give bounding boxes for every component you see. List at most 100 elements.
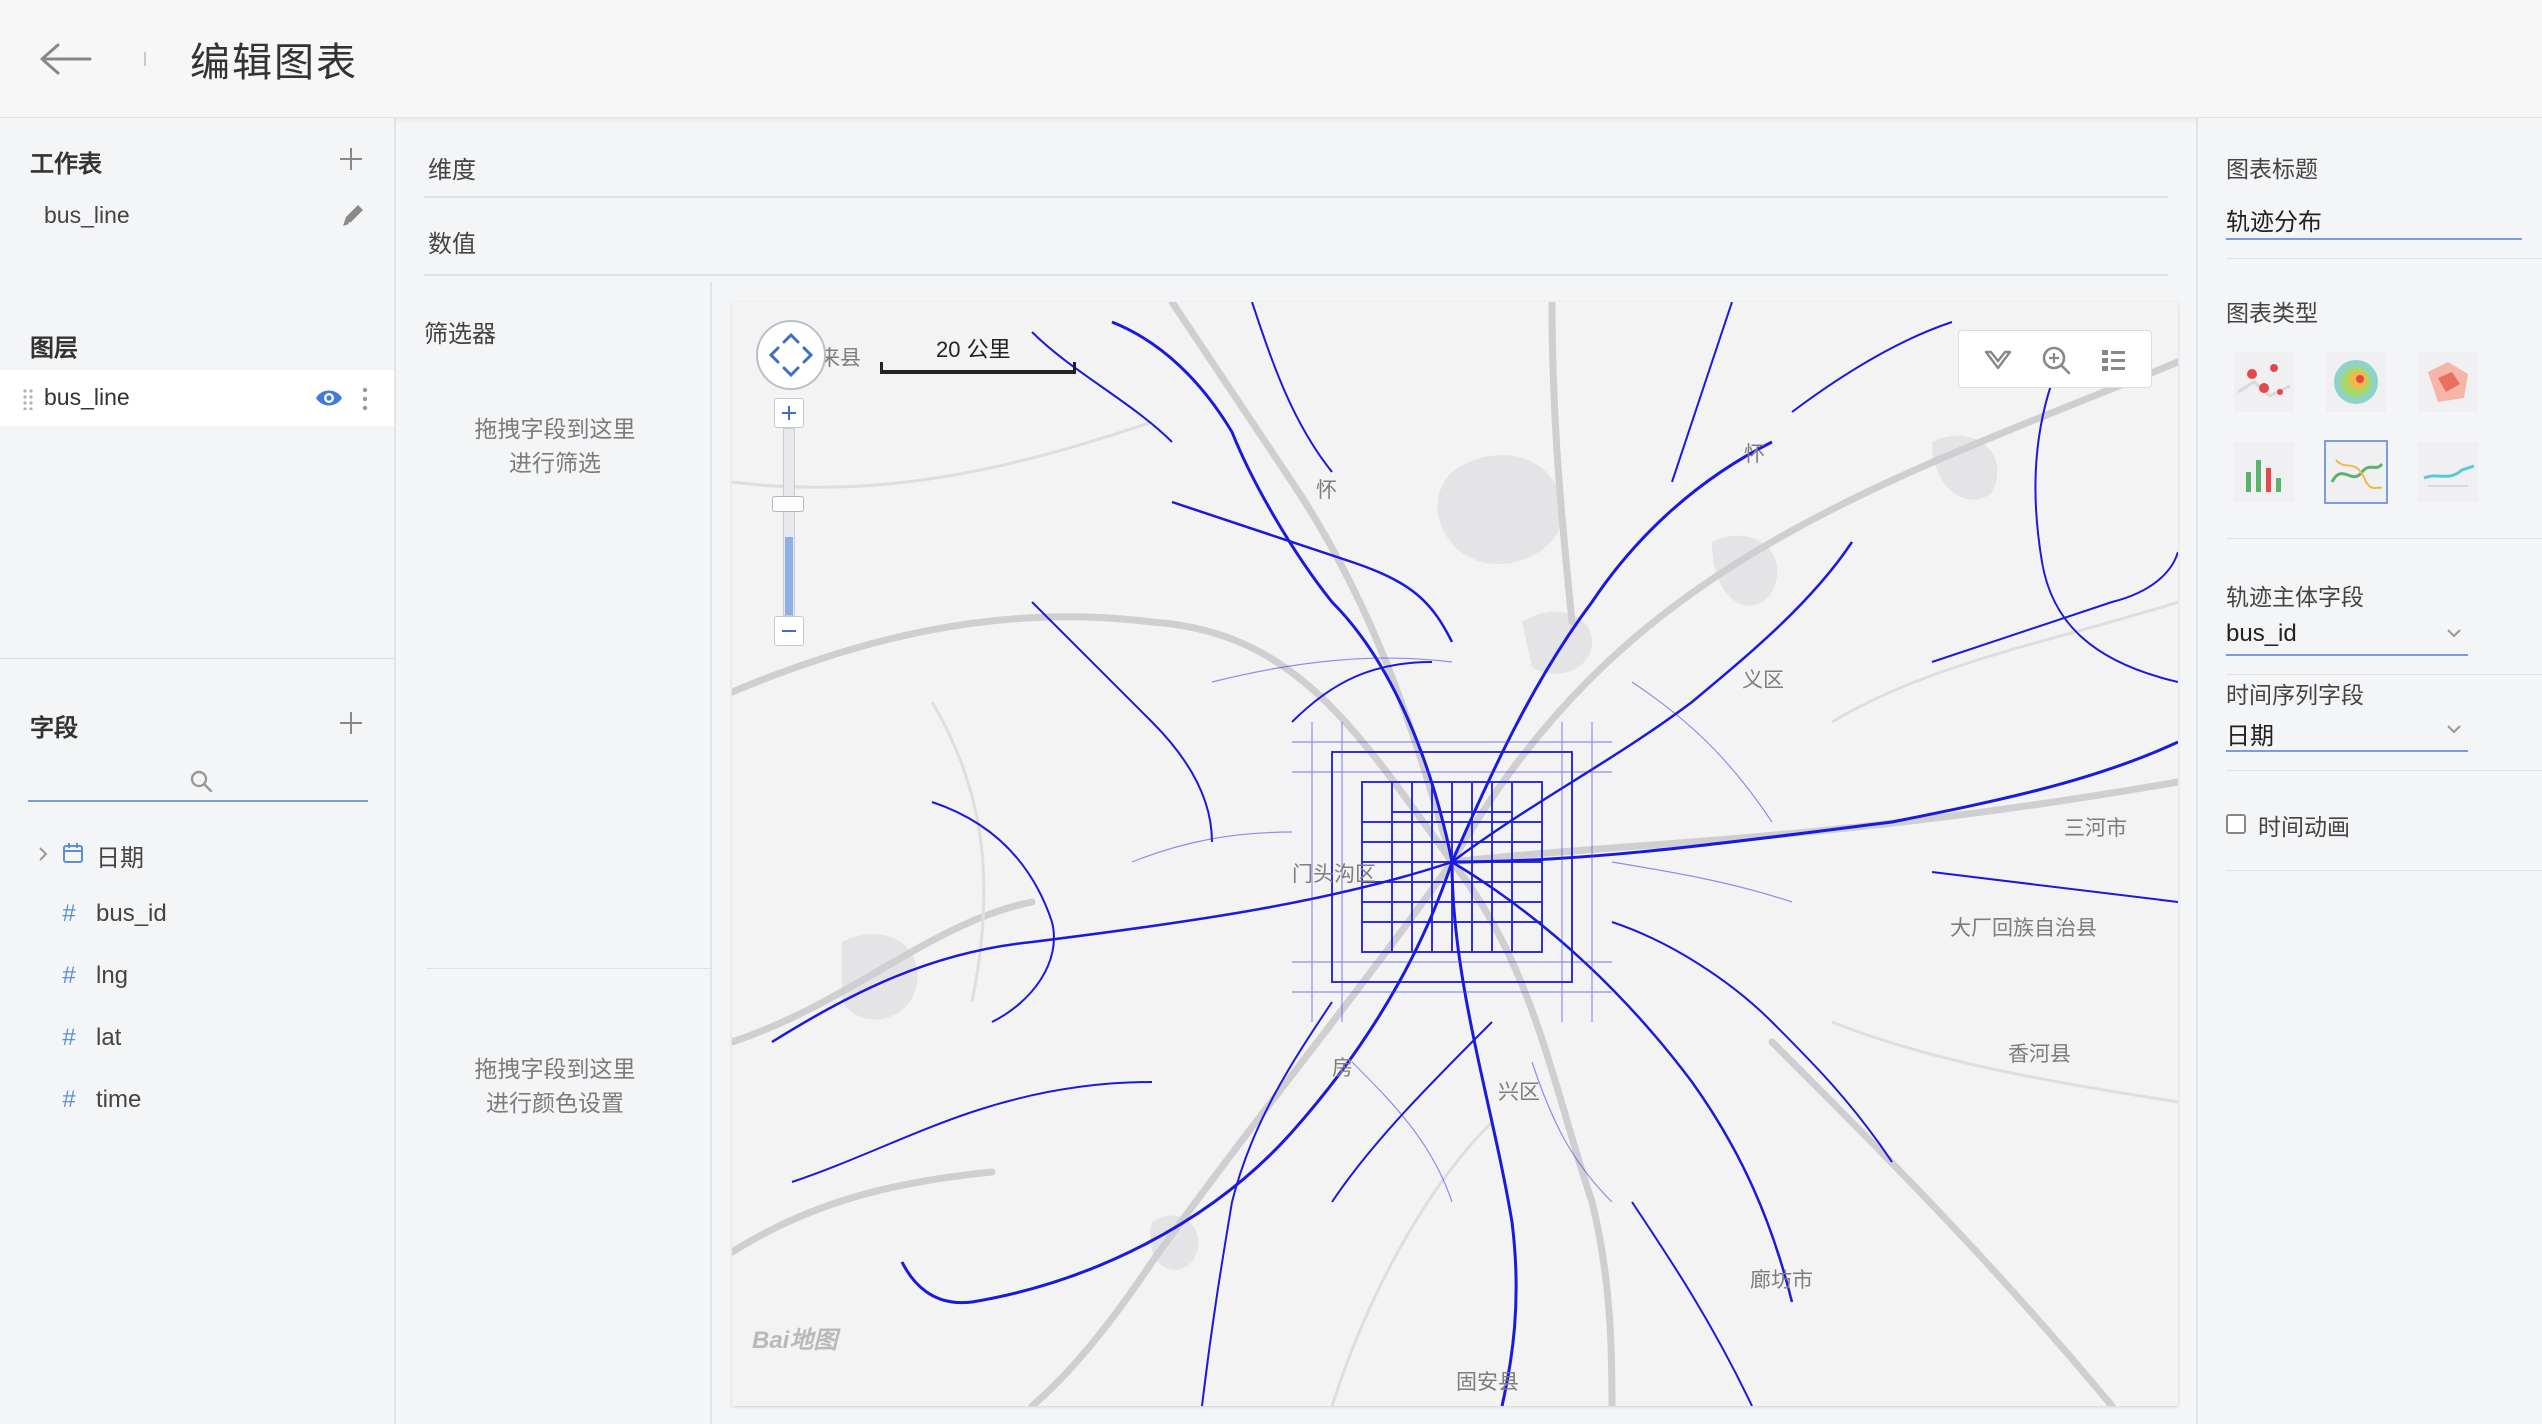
dimensions-label: 维度 bbox=[428, 157, 476, 184]
map-scale-bar bbox=[880, 362, 1076, 374]
color-hint-line-1: 拖拽字段到这里 bbox=[474, 1056, 636, 1082]
time-field-value: 日期 bbox=[2226, 723, 2274, 750]
map-place-label: 香河县 bbox=[2008, 1043, 2071, 1066]
page-title: 编辑图表 bbox=[190, 41, 358, 85]
field-item-bus-id[interactable]: # bus_id bbox=[0, 890, 394, 942]
chart-type-heat-map[interactable] bbox=[2324, 350, 2388, 414]
search-icon bbox=[188, 768, 214, 794]
layer-name: bus_line bbox=[44, 384, 130, 410]
calendar-icon bbox=[62, 842, 84, 864]
zoom-in-button[interactable] bbox=[774, 398, 804, 428]
chevron-down-icon bbox=[2444, 626, 2464, 640]
filter-hint-line-2: 进行筛选 bbox=[509, 450, 601, 476]
chart-type-area-map[interactable] bbox=[2416, 350, 2480, 414]
field-name: bus_id bbox=[96, 900, 167, 927]
chart-type-line-map[interactable] bbox=[2416, 440, 2480, 504]
field-search-input[interactable] bbox=[28, 758, 368, 802]
back-arrow-icon[interactable] bbox=[38, 34, 98, 84]
field-item-lat[interactable]: # lat bbox=[0, 1014, 394, 1066]
color-drop-zone[interactable]: 拖拽字段到这里 进行颜色设置 bbox=[398, 1052, 712, 1152]
zoom-out-button[interactable] bbox=[774, 616, 804, 646]
panel-divider bbox=[2226, 870, 2542, 871]
header-divider bbox=[144, 52, 146, 66]
map-pan-control[interactable] bbox=[754, 318, 828, 392]
zoom-slider-handle[interactable] bbox=[772, 496, 804, 512]
field-item-lng[interactable]: # lng bbox=[0, 952, 394, 1004]
zoom-select-icon[interactable] bbox=[2039, 343, 2073, 377]
field-name: lat bbox=[96, 1024, 122, 1051]
fields-heading: 字段 bbox=[30, 715, 78, 742]
time-animation-label: 时间动画 bbox=[2258, 814, 2350, 840]
values-label: 数值 bbox=[428, 231, 476, 258]
zoom-slider-track[interactable] bbox=[783, 428, 795, 616]
subject-field-select[interactable]: bus_id bbox=[2226, 616, 2468, 656]
field-item-date[interactable]: 日期 bbox=[0, 828, 394, 880]
number-type-icon: # bbox=[62, 900, 76, 927]
filter-panel: 筛选器 拖拽字段到这里 进行筛选 拖拽字段到这里 进行颜色设置 bbox=[398, 282, 712, 1424]
filter-hint-line-1: 拖拽字段到这里 bbox=[474, 416, 636, 442]
map-scale-label: 20 公里 bbox=[936, 337, 1011, 362]
chevron-down-icon bbox=[2444, 722, 2464, 736]
zoom-slider-fill bbox=[785, 537, 793, 615]
expand-chevron-icon[interactable] bbox=[36, 844, 50, 864]
sidebar-divider bbox=[0, 658, 394, 659]
add-worksheet-plus-icon[interactable] bbox=[336, 144, 366, 174]
number-type-icon: # bbox=[62, 962, 76, 989]
field-name: time bbox=[96, 1086, 142, 1113]
number-type-icon: # bbox=[62, 1086, 76, 1113]
legend-list-icon[interactable] bbox=[2097, 343, 2131, 377]
chart-type-trajectory-map[interactable] bbox=[2324, 440, 2388, 504]
visibility-eye-icon[interactable] bbox=[314, 386, 344, 410]
number-type-icon: # bbox=[62, 1024, 76, 1051]
map-place-label: 固安县 bbox=[1456, 1371, 1519, 1394]
map-zoom-control bbox=[772, 398, 808, 658]
edit-pencil-icon[interactable] bbox=[338, 200, 368, 230]
select-tool-icon[interactable] bbox=[1981, 343, 2015, 377]
map-place-label: 怀 bbox=[1316, 479, 1337, 502]
top-header: 编辑图表 bbox=[0, 0, 2542, 118]
subject-field-value: bus_id bbox=[2226, 620, 2297, 647]
subject-field-label: 轨迹主体字段 bbox=[2226, 584, 2364, 610]
map-place-label: 大厂回族自治县 bbox=[1950, 917, 2097, 940]
panel-divider bbox=[2226, 258, 2542, 259]
baidu-map-logo: Bai地图 bbox=[752, 1327, 838, 1354]
worksheet-heading: 工作表 bbox=[30, 151, 102, 178]
map-place-label: 门头沟区 bbox=[1292, 863, 1376, 886]
more-options-icon[interactable] bbox=[358, 384, 372, 414]
map-place-label: 兴区 bbox=[1498, 1081, 1540, 1104]
map-toolbar bbox=[1958, 330, 2152, 388]
filter-divider bbox=[426, 968, 712, 969]
left-sidebar: 工作表 bus_line 图层 bus_line 字段 日期 # bus_id … bbox=[0, 118, 396, 1424]
layer-item[interactable]: bus_line bbox=[0, 370, 394, 426]
layer-heading: 图层 bbox=[30, 335, 78, 362]
filter-drop-zone[interactable]: 拖拽字段到这里 进行筛选 bbox=[398, 412, 712, 512]
map-place-label: 怀 bbox=[1744, 443, 1765, 466]
chart-type-column-map[interactable] bbox=[2232, 440, 2296, 504]
add-field-plus-icon[interactable] bbox=[336, 708, 366, 738]
panel-divider bbox=[2226, 538, 2542, 539]
filter-label: 筛选器 bbox=[424, 321, 496, 348]
panel-divider bbox=[2226, 770, 2542, 771]
time-field-select[interactable]: 日期 bbox=[2226, 712, 2468, 752]
field-name: lng bbox=[96, 962, 129, 989]
chart-title-input[interactable]: 轨迹分布 bbox=[2226, 200, 2522, 240]
chart-type-label: 图表类型 bbox=[2226, 300, 2318, 326]
values-shelf[interactable]: 数值 bbox=[424, 212, 2168, 276]
time-animation-checkbox[interactable] bbox=[2226, 814, 2246, 834]
chart-type-point-map[interactable] bbox=[2232, 350, 2296, 414]
panel-divider bbox=[2226, 674, 2542, 675]
dimensions-shelf[interactable]: 维度 bbox=[424, 138, 2168, 198]
worksheet-item[interactable]: bus_line bbox=[44, 202, 130, 229]
chart-title-label: 图表标题 bbox=[2226, 156, 2318, 182]
map-place-label: 义区 bbox=[1742, 669, 1784, 692]
field-name: 日期 bbox=[96, 845, 144, 872]
field-item-time[interactable]: # time bbox=[0, 1076, 394, 1128]
map-place-label: 三河市 bbox=[2064, 817, 2127, 840]
map-layer bbox=[732, 302, 2178, 1406]
drag-handle-icon[interactable] bbox=[22, 388, 34, 411]
map-place-label: 房 bbox=[1332, 1057, 1353, 1080]
map-canvas[interactable]: 怀来县 怀 怀 义区 门头沟区 三河市 大厂回族自治县 香河县 房 兴区 廊坊市… bbox=[732, 302, 2178, 1406]
right-properties-panel: 图表标题 轨迹分布 图表类型 轨迹主体字段 bus_id 时间序列字段 日期 时… bbox=[2196, 118, 2542, 1424]
time-field-label: 时间序列字段 bbox=[2226, 682, 2364, 708]
color-hint-line-2: 进行颜色设置 bbox=[486, 1090, 624, 1116]
